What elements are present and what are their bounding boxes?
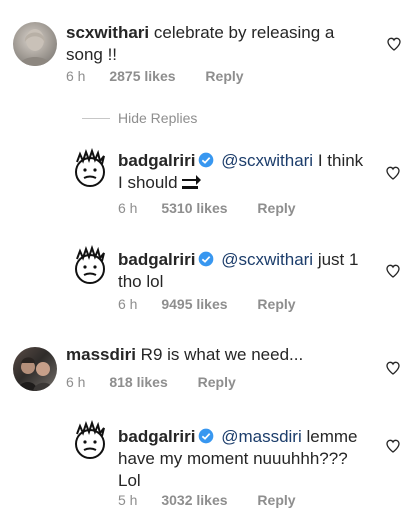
doodle-face-icon: [75, 245, 105, 284]
soon-arrow-emoji-icon: [181, 175, 201, 189]
avatar[interactable]: [13, 347, 57, 391]
verified-badge-icon: [199, 152, 214, 168]
hide-replies-toggle[interactable]: Hide Replies: [82, 108, 197, 128]
username[interactable]: massdiri: [66, 345, 136, 364]
likes-count[interactable]: 5310 likes: [161, 200, 227, 216]
comment-meta: 6 h 9495 likes Reply: [118, 296, 296, 312]
username[interactable]: scxwithari: [66, 23, 149, 42]
verified-badge-icon: [199, 428, 214, 444]
timestamp: 6 h: [66, 374, 86, 390]
comment-text-block: massdiri R9 is what we need...: [66, 344, 366, 366]
heart-icon[interactable]: [385, 263, 401, 279]
avatar[interactable]: [68, 245, 112, 289]
comment-meta: 6 h 2875 likes Reply: [66, 68, 244, 84]
verified-badge-icon: [199, 251, 214, 267]
timestamp: 6 h: [66, 68, 86, 84]
comment-meta: 6 h 5310 likes Reply: [118, 200, 296, 216]
comment-meta: 6 h 818 likes Reply: [66, 374, 236, 390]
divider: [82, 117, 110, 119]
likes-count[interactable]: 9495 likes: [161, 296, 227, 312]
reply-button[interactable]: Reply: [257, 492, 295, 508]
hide-replies-label: Hide Replies: [118, 110, 198, 126]
heart-icon[interactable]: [386, 36, 402, 52]
username[interactable]: badgalriri: [118, 427, 195, 446]
comment-text-block: badgalriri @massdiri lemme have my momen…: [118, 426, 368, 492]
comment-text-block: badgalriri @scxwithari I think I should: [118, 150, 368, 194]
comment-meta: 5 h 3032 likes Reply: [118, 492, 296, 508]
timestamp: 6 h: [118, 200, 138, 216]
comment-text-block: scxwithari celebrate by releasing a song…: [66, 22, 356, 66]
avatar-photo-icon: [17, 357, 53, 391]
reply-button[interactable]: Reply: [257, 296, 295, 312]
likes-count[interactable]: 2875 likes: [109, 68, 175, 84]
reply-button[interactable]: Reply: [257, 200, 295, 216]
avatar-photo-icon: [19, 29, 51, 66]
username[interactable]: badgalriri: [118, 151, 195, 170]
timestamp: 5 h: [118, 492, 138, 508]
username[interactable]: badgalriri: [118, 250, 195, 269]
mention-link[interactable]: @massdiri: [221, 427, 302, 446]
comment-text-block: badgalriri @scxwithari just 1 tho lol: [118, 249, 368, 293]
timestamp: 6 h: [118, 296, 138, 312]
reply-button[interactable]: Reply: [198, 374, 236, 390]
likes-count[interactable]: 3032 likes: [161, 492, 227, 508]
comment-body: R9 is what we need...: [140, 345, 304, 364]
avatar[interactable]: [68, 420, 112, 464]
mention-link[interactable]: @scxwithari: [221, 151, 313, 170]
doodle-face-icon: [75, 420, 105, 459]
heart-icon[interactable]: [385, 165, 401, 181]
heart-icon[interactable]: [385, 360, 401, 376]
avatar[interactable]: [68, 148, 112, 192]
reply-button[interactable]: Reply: [205, 68, 243, 84]
likes-count[interactable]: 818 likes: [109, 374, 167, 390]
avatar[interactable]: [13, 22, 57, 66]
comment-thread: scxwithari celebrate by releasing a song…: [0, 0, 405, 513]
heart-icon[interactable]: [385, 438, 401, 454]
doodle-face-icon: [75, 148, 105, 187]
mention-link[interactable]: @scxwithari: [221, 250, 313, 269]
